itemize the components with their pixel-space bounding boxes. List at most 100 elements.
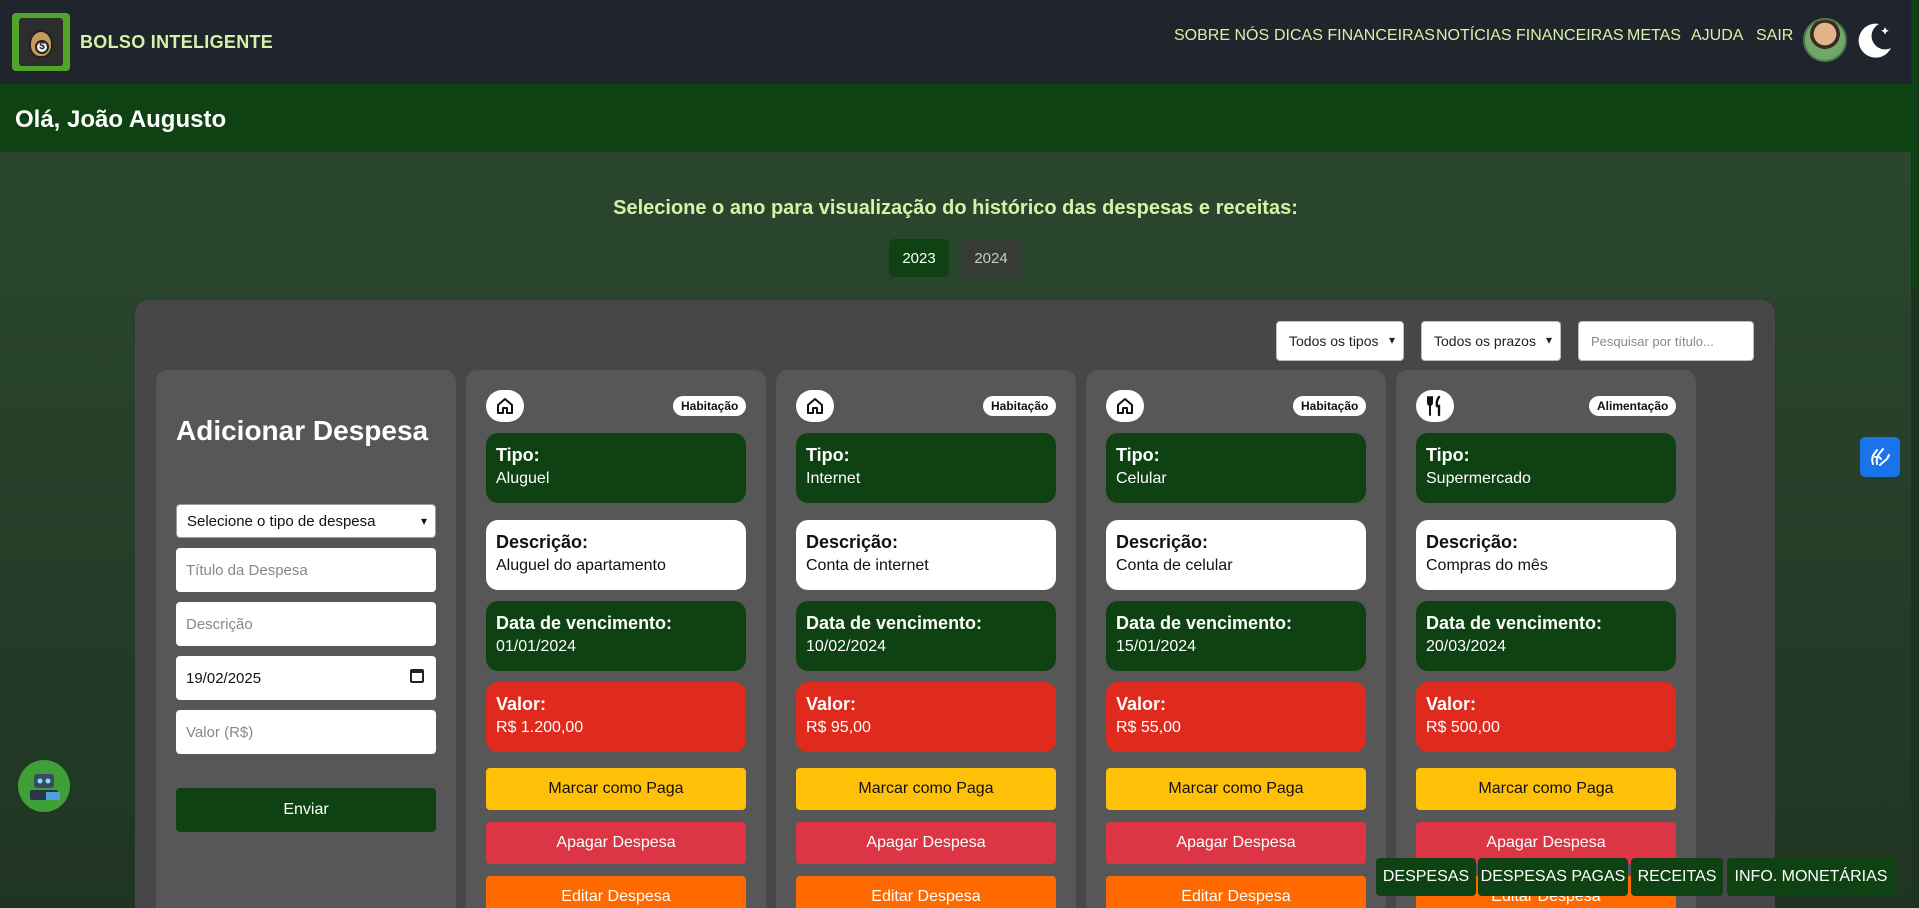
expense-due-date-box: Data de vencimento: 10/02/2024 [796, 601, 1056, 671]
category-badge: Habitação [1293, 396, 1367, 416]
sign-language-icon[interactable] [1860, 437, 1900, 477]
value-amount: R$ 1.200,00 [496, 719, 584, 736]
bottom-nav-despesas[interactable]: DESPESAS [1376, 858, 1476, 896]
value-label: Valor: [1116, 694, 1167, 714]
chevron-down-icon: ▾ [420, 514, 427, 528]
expense-type-box: Tipo: Celular [1106, 433, 1366, 503]
logo[interactable]: $ [12, 13, 70, 71]
expense-due-date-box: Data de vencimento: 01/01/2024 [486, 601, 746, 671]
description-value: Aluguel do apartamento [496, 557, 666, 574]
type-value: Celular [1116, 470, 1167, 487]
expense-date-value: 19/02/2025 [186, 669, 262, 687]
description-value: Compras do mês [1426, 557, 1548, 574]
due-date-value: 10/02/2024 [806, 638, 887, 655]
house-icon [1106, 390, 1144, 422]
delete-expense-button[interactable]: Apagar Despesa [796, 822, 1056, 864]
description-value: Conta de celular [1116, 557, 1233, 574]
expense-value-box: Valor: R$ 500,00 [1416, 682, 1676, 752]
category-badge: Habitação [673, 396, 747, 416]
type-value: Internet [806, 470, 861, 487]
nav-sair[interactable]: SAIR [1756, 27, 1793, 45]
year-select-title: Selecione o ano para visualização do his… [613, 197, 1298, 219]
deadline-filter-value: Todos os prazos [1434, 333, 1536, 349]
delete-expense-button[interactable]: Apagar Despesa [1106, 822, 1366, 864]
description-label: Descrição: [1426, 532, 1519, 552]
due-date-label: Data de vencimento: [806, 613, 983, 633]
category-badge: Alimentação [1589, 396, 1677, 416]
value-label: Valor: [806, 694, 857, 714]
due-date-value: 15/01/2024 [1116, 638, 1197, 655]
expense-type-box: Tipo: Internet [796, 433, 1056, 503]
expense-title-input[interactable]: Título da Despesa [176, 548, 436, 592]
expense-date-input[interactable]: 19/02/2025 [176, 656, 436, 700]
dark-mode-icon[interactable] [1855, 20, 1895, 60]
type-filter-select[interactable]: Todos os tipos ▾ [1276, 321, 1404, 361]
nav-ajuda[interactable]: AJUDA [1691, 27, 1743, 45]
due-date-label: Data de vencimento: [1426, 613, 1603, 633]
bottom-nav-receitas[interactable]: RECEITAS [1631, 858, 1723, 896]
value-label: Valor: [1426, 694, 1477, 714]
money-bag-icon: $ [19, 18, 63, 66]
bottom-nav-despesas-pagas[interactable]: DESPESAS PAGAS [1478, 858, 1628, 896]
bottom-nav-info-monetarias[interactable]: INFO. MONETÁRIAS [1727, 858, 1895, 896]
expense-type-box: Tipo: Supermercado [1416, 433, 1676, 503]
nav-dicas-financeiras[interactable]: DICAS FINANCEIRAS [1274, 27, 1435, 45]
expense-description-input[interactable]: Descrição [176, 602, 436, 646]
mark-paid-button[interactable]: Marcar como Paga [486, 768, 746, 810]
greeting-bar [0, 84, 1911, 152]
due-date-label: Data de vencimento: [496, 613, 673, 633]
type-label: Tipo: [1116, 445, 1160, 465]
chevron-down-icon: ▾ [1388, 333, 1395, 347]
description-label: Descrição: [1116, 532, 1209, 552]
nav-sobre-nos[interactable]: SOBRE NÓS [1174, 27, 1269, 45]
expense-value-box: Valor: R$ 55,00 [1106, 682, 1366, 752]
fork-knife-icon [1416, 390, 1454, 422]
chevron-down-icon: ▾ [1545, 333, 1552, 347]
edit-expense-button[interactable]: Editar Despesa [796, 876, 1056, 908]
submit-button[interactable]: Enviar [176, 788, 436, 832]
delete-expense-button[interactable]: Apagar Despesa [486, 822, 746, 864]
calendar-icon[interactable] [410, 669, 424, 683]
nav-metas[interactable]: METAS [1627, 27, 1681, 45]
edit-expense-button[interactable]: Editar Despesa [1106, 876, 1366, 908]
description-label: Descrição: [806, 532, 899, 552]
scrollbar-thumb[interactable] [1912, 0, 1918, 290]
deadline-filter-select[interactable]: Todos os prazos ▾ [1421, 321, 1561, 361]
value-amount: R$ 500,00 [1426, 719, 1500, 736]
expense-description-box: Descrição: Conta de internet [796, 520, 1056, 590]
nav-noticias-financeiras[interactable]: NOTÍCIAS FINANCEIRAS [1436, 27, 1624, 45]
due-date-value: 01/01/2024 [496, 638, 577, 655]
expense-type-box: Tipo: Aluguel [486, 433, 746, 503]
search-input[interactable]: Pesquisar por título... [1578, 321, 1754, 361]
year-2024-button[interactable]: 2024 [961, 239, 1021, 277]
expense-description-box: Descrição: Compras do mês [1416, 520, 1676, 590]
expense-value-input[interactable]: Valor (R$) [176, 710, 436, 754]
edit-expense-button[interactable]: Editar Despesa [486, 876, 746, 908]
value-amount: R$ 95,00 [806, 719, 871, 736]
expense-due-date-box: Data de vencimento: 15/01/2024 [1106, 601, 1366, 671]
expense-type-select[interactable]: Selecione o tipo de despesa ▾ [176, 504, 436, 538]
value-amount: R$ 55,00 [1116, 719, 1181, 736]
type-value: Supermercado [1426, 470, 1531, 487]
due-date-label: Data de vencimento: [1116, 613, 1293, 633]
description-label: Descrição: [496, 532, 589, 552]
type-label: Tipo: [1426, 445, 1470, 465]
expense-description-box: Descrição: Conta de celular [1106, 520, 1366, 590]
avatar[interactable] [1803, 18, 1847, 62]
brand-name[interactable]: BOLSO INTELIGENTE [80, 32, 273, 53]
description-value: Conta de internet [806, 557, 929, 574]
type-label: Tipo: [806, 445, 850, 465]
mark-paid-button[interactable]: Marcar como Paga [796, 768, 1056, 810]
chatbot-robot-icon[interactable] [18, 760, 70, 812]
due-date-value: 20/03/2024 [1426, 638, 1507, 655]
house-icon [486, 390, 524, 422]
mark-paid-button[interactable]: Marcar como Paga [1106, 768, 1366, 810]
expense-due-date-box: Data de vencimento: 20/03/2024 [1416, 601, 1676, 671]
expense-value-box: Valor: R$ 1.200,00 [486, 682, 746, 752]
year-2023-button[interactable]: 2023 [889, 239, 949, 277]
type-value: Aluguel [496, 470, 550, 487]
greeting-text: Olá, João Augusto [15, 106, 227, 133]
type-label: Tipo: [496, 445, 540, 465]
mark-paid-button[interactable]: Marcar como Paga [1416, 768, 1676, 810]
category-badge: Habitação [983, 396, 1057, 416]
